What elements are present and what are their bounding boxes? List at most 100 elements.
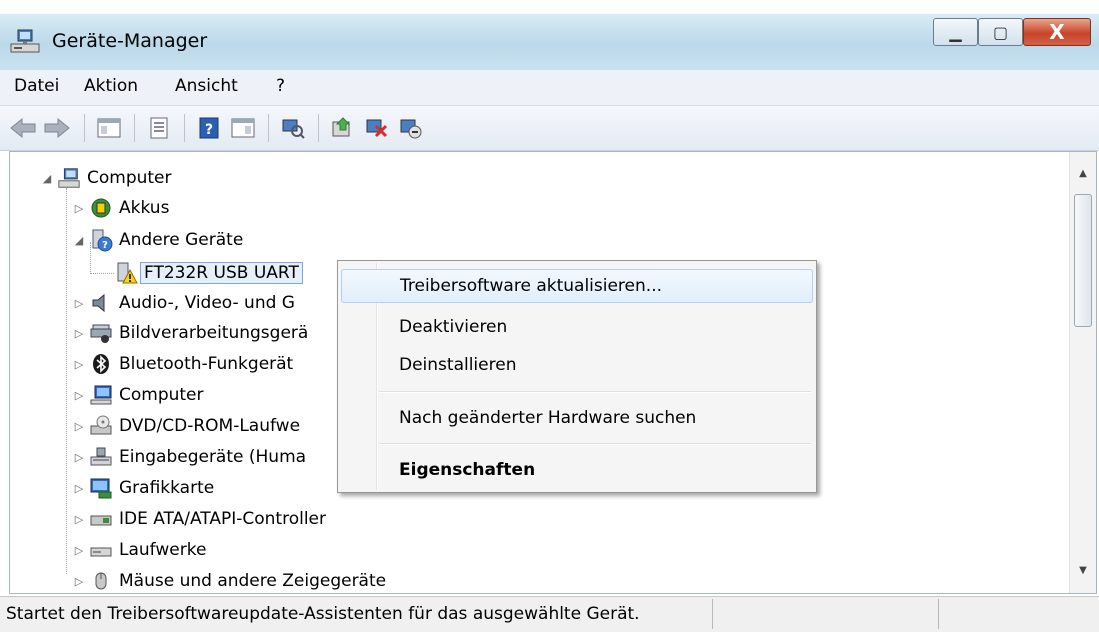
- computer-icon: [57, 166, 81, 190]
- tree-item-bluetooth[interactable]: ▷ Bluetooth-Funkgerät: [72, 350, 293, 378]
- action-pane-icon[interactable]: [228, 113, 258, 143]
- collapse-triangle-icon[interactable]: ◢: [40, 171, 54, 185]
- tree-root-computer[interactable]: ◢ Computer: [40, 164, 172, 192]
- tree-label: Mäuse und andere Zeigegeräte: [119, 571, 387, 591]
- update-driver-icon[interactable]: [328, 113, 358, 143]
- tree-item-grafikkarte[interactable]: ▷ Grafikkarte: [72, 474, 214, 502]
- tree-label: Eingabegeräte (Huma: [119, 447, 307, 467]
- show-hide-console-tree-icon[interactable]: [94, 113, 124, 143]
- close-icon: X: [1049, 20, 1065, 44]
- minimize-button[interactable]: ▁: [933, 18, 978, 46]
- menu-item-label: Treibersoftware aktualisieren...: [400, 276, 662, 296]
- tree-item-maeuse[interactable]: ▷ Mäuse und andere Zeigegeräte: [72, 567, 387, 593]
- tree-item-laufwerke[interactable]: ▷ Laufwerke: [72, 536, 207, 564]
- ide-controller-icon: [89, 507, 113, 531]
- tree-label: Bluetooth-Funkgerät: [119, 354, 294, 374]
- tree-label: Bildverarbeitungsgerä: [119, 323, 309, 343]
- tree-label: Grafikkarte: [119, 478, 215, 498]
- bluetooth-icon: [89, 352, 113, 376]
- menu-datei[interactable]: Datei: [14, 76, 59, 96]
- menu-item-update-driver[interactable]: Treibersoftware aktualisieren...: [341, 269, 813, 303]
- close-button[interactable]: X: [1023, 18, 1091, 46]
- tree-label: Audio-, Video- und G: [119, 293, 295, 313]
- toolbar-separator: [84, 114, 85, 142]
- tree-label: IDE ATA/ATAPI-Controller: [119, 509, 327, 529]
- toolbar-separator: [134, 114, 135, 142]
- expand-triangle-icon[interactable]: ▷: [72, 296, 86, 310]
- tree-item-eingabe[interactable]: ▷ Eingabegeräte (Huma: [72, 443, 306, 471]
- menu-item-label: Deaktivieren: [399, 317, 508, 337]
- menu-item-disable[interactable]: Deaktivieren: [341, 310, 813, 344]
- window-controls: ▁ ▢ X: [933, 18, 1091, 46]
- expand-triangle-icon[interactable]: ▷: [72, 512, 86, 526]
- menu-item-scan-hardware[interactable]: Nach geänderter Hardware suchen: [341, 401, 813, 435]
- tree-connector: [66, 188, 67, 574]
- toolbar-separator: [268, 114, 269, 142]
- back-arrow-icon[interactable]: [8, 113, 38, 143]
- warning-device-icon: [114, 261, 138, 285]
- tree-label: Computer: [87, 168, 172, 188]
- menu-item-label: Eigenschaften: [399, 460, 536, 480]
- expand-triangle-icon[interactable]: ▷: [72, 388, 86, 402]
- scrollbar-thumb[interactable]: [1074, 194, 1092, 327]
- dvd-drive-icon: [89, 414, 113, 438]
- input-device-icon: [89, 445, 113, 469]
- tree-item-audio[interactable]: ▷ Audio-, Video- und G: [72, 289, 295, 317]
- scroll-down-icon[interactable]: ▼: [1070, 557, 1096, 583]
- collapse-triangle-icon[interactable]: ◢: [72, 233, 86, 247]
- expand-triangle-icon[interactable]: ▷: [72, 201, 86, 215]
- window-title: Geräte-Manager: [52, 30, 208, 52]
- context-menu: Treibersoftware aktualisieren... Deaktiv…: [337, 260, 817, 493]
- menu-help[interactable]: ?: [276, 76, 285, 96]
- device-manager-icon: [8, 28, 42, 56]
- menu-bar: Datei Aktion Ansicht ?: [0, 70, 1099, 106]
- imaging-device-icon: [89, 321, 113, 345]
- toolbar-separator: [184, 114, 185, 142]
- scan-hardware-icon[interactable]: [278, 113, 308, 143]
- expand-triangle-icon[interactable]: ▷: [72, 419, 86, 433]
- mouse-icon: [89, 569, 113, 593]
- expand-triangle-icon[interactable]: ▷: [72, 357, 86, 371]
- forward-arrow-icon[interactable]: [42, 113, 72, 143]
- expand-triangle-icon[interactable]: ▷: [72, 481, 86, 495]
- vertical-scrollbar[interactable]: ▲ ▼: [1069, 152, 1096, 593]
- expand-triangle-icon[interactable]: ▷: [72, 574, 86, 588]
- properties-icon[interactable]: [144, 113, 174, 143]
- audio-icon: [89, 291, 113, 315]
- unknown-device-icon: ?: [89, 228, 113, 252]
- title-bar[interactable]: Geräte-Manager ▁ ▢ X: [0, 14, 1099, 70]
- tree-label: Andere Geräte: [119, 230, 244, 250]
- menu-item-uninstall[interactable]: Deinstallieren: [341, 348, 813, 382]
- expand-triangle-icon[interactable]: ▷: [72, 450, 86, 464]
- toolbar-separator: [318, 114, 319, 142]
- tree-item-andere-geraete[interactable]: ◢ ? Andere Geräte: [72, 226, 243, 254]
- computer-icon: [89, 383, 113, 407]
- uninstall-device-icon[interactable]: [396, 113, 426, 143]
- menu-ansicht[interactable]: Ansicht: [175, 76, 238, 96]
- status-separator: [938, 599, 939, 629]
- svg-text:?: ?: [205, 122, 213, 138]
- tree-item-akkus[interactable]: ▷ Akkus: [72, 194, 170, 222]
- tree-item-computer[interactable]: ▷ Computer: [72, 381, 204, 409]
- tree-item-bildverarbeitung[interactable]: ▷ Bildverarbeitungsgerä: [72, 319, 308, 347]
- maximize-icon: ▢: [992, 22, 1009, 42]
- tree-item-dvd[interactable]: ▷ DVD/CD-ROM-Laufwe: [72, 412, 300, 440]
- disable-device-icon[interactable]: [362, 113, 392, 143]
- scroll-up-icon[interactable]: ▲: [1070, 160, 1096, 186]
- disk-drive-icon: [89, 538, 113, 562]
- svg-text:?: ?: [102, 240, 108, 251]
- help-icon[interactable]: ?: [194, 113, 224, 143]
- menu-separator: [379, 443, 811, 445]
- expand-triangle-icon[interactable]: ▷: [72, 326, 86, 340]
- menu-item-properties[interactable]: Eigenschaften: [341, 453, 813, 487]
- status-text: Startet den Treibersoftwareupdate-Assist…: [6, 604, 640, 624]
- menu-item-label: Deinstallieren: [399, 355, 517, 375]
- menu-aktion[interactable]: Aktion: [84, 76, 138, 96]
- device-manager-window: Geräte-Manager ▁ ▢ X Datei Aktion Ansich…: [0, 0, 1099, 635]
- maximize-button[interactable]: ▢: [978, 18, 1023, 46]
- menu-separator: [379, 391, 811, 393]
- expand-triangle-icon[interactable]: ▷: [72, 543, 86, 557]
- tree-item-ft232r[interactable]: FT232R USB UART: [114, 259, 303, 287]
- tree-item-ide[interactable]: ▷ IDE ATA/ATAPI-Controller: [72, 505, 326, 533]
- tree-label: Computer: [119, 385, 204, 405]
